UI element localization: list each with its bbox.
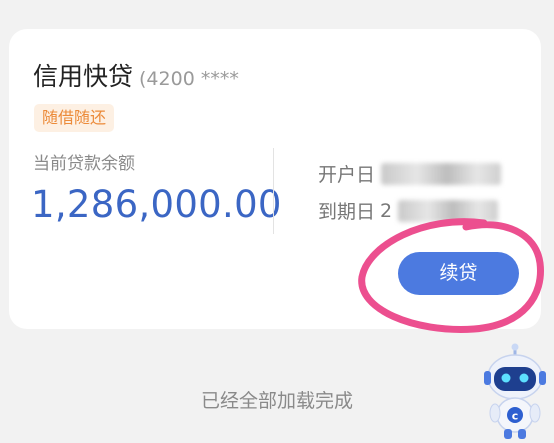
due-date-label: 到期日 [318,201,376,223]
loan-title-row: 信用快贷 (4200 **** [33,57,239,93]
open-date-row: 开户日 [318,160,502,187]
renew-loan-button[interactable]: 续贷 [398,252,519,295]
card-number: (4200 **** [139,68,239,90]
repayment-tag: 随借随还 [34,104,115,132]
due-date-partial: 2 [380,199,393,222]
balance-value: 1,286,000.00 [31,183,282,226]
divider [273,148,274,234]
open-date-redacted [381,162,502,185]
loan-card: 信用快贷 (4200 **** 随借随还 当前贷款余额 1,286,000.00… [9,29,541,329]
svg-text:c: c [512,410,519,423]
due-date-redacted [398,199,499,222]
due-date-row: 到期日 2 [318,197,499,224]
load-complete-text: 已经全部加载完成 [200,390,353,412]
loan-title: 信用快贷 [33,62,134,91]
open-date-label: 开户日 [318,164,376,186]
balance-label: 当前贷款余额 [33,154,135,174]
robot-assistant-icon[interactable]: c [480,343,550,441]
